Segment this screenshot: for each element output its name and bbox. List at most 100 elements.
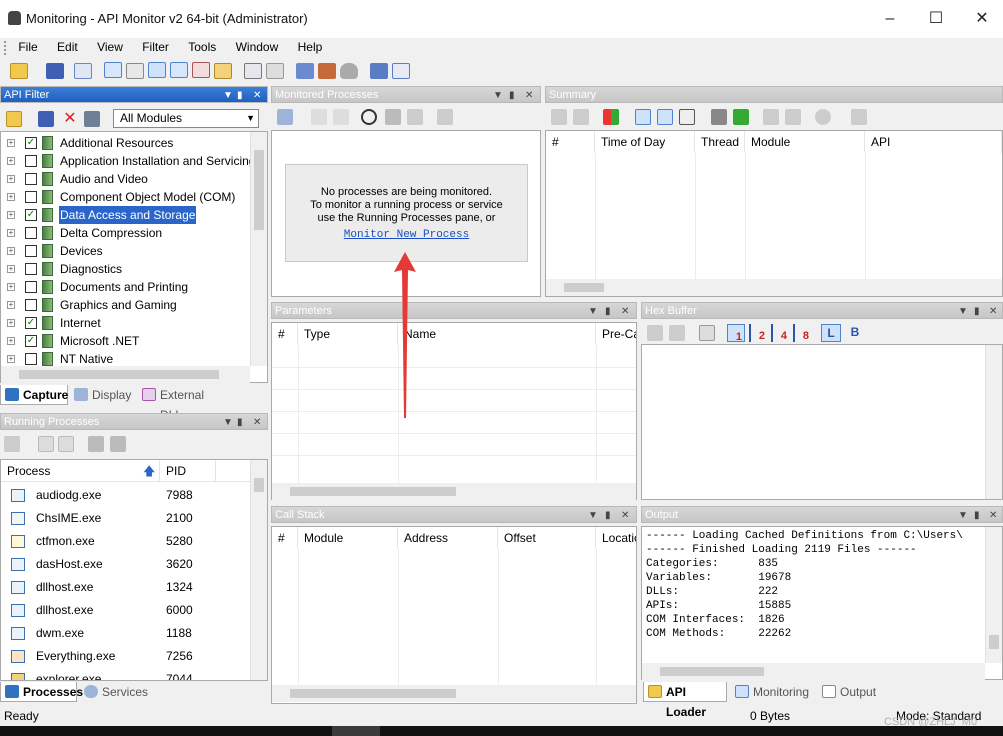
- api-icon[interactable]: [763, 109, 779, 125]
- expand-icon[interactable]: +: [7, 157, 15, 165]
- col-time-of-day[interactable]: Time of Day: [595, 131, 695, 153]
- tree-item[interactable]: + ✓ Additional Resources: [1, 134, 251, 152]
- pin-icon[interactable]: ▮: [605, 507, 611, 524]
- tree-item[interactable]: + Graphics and Gaming: [1, 296, 251, 314]
- grid-icon[interactable]: [711, 109, 727, 125]
- pin-icon[interactable]: ▮: [509, 87, 515, 104]
- hand-icon[interactable]: [815, 109, 831, 125]
- export-icon[interactable]: [407, 109, 423, 125]
- refresh-icon[interactable]: [4, 436, 20, 452]
- close-icon[interactable]: ✕: [621, 507, 629, 524]
- close-icon[interactable]: ✕: [253, 87, 261, 104]
- col-number[interactable]: #: [272, 323, 298, 345]
- col-offset[interactable]: Offset: [498, 527, 596, 549]
- open-icon[interactable]: [6, 111, 22, 127]
- process-row[interactable]: ctfmon.exe 5280: [1, 530, 251, 553]
- col-module[interactable]: Module: [298, 527, 398, 549]
- expand-icon[interactable]: +: [7, 265, 15, 273]
- little-endian-icon[interactable]: L: [821, 324, 841, 342]
- tree-vscroll[interactable]: [250, 132, 267, 366]
- minimize-button[interactable]: –: [870, 6, 910, 32]
- checkbox[interactable]: [25, 191, 37, 203]
- stack-icon[interactable]: [214, 63, 232, 79]
- hex-8-byte[interactable]: 8: [793, 324, 811, 342]
- open-folder-icon[interactable]: [10, 63, 28, 79]
- checkbox[interactable]: [25, 245, 37, 257]
- menu-edit[interactable]: Edit: [49, 38, 86, 54]
- parameters-hscroll[interactable]: [272, 483, 636, 500]
- col-number[interactable]: #: [272, 527, 298, 549]
- process-row[interactable]: ChsIME.exe 2100: [1, 507, 251, 530]
- expand-icon[interactable]: +: [7, 175, 15, 183]
- window2-icon[interactable]: [58, 436, 74, 452]
- columns-icon[interactable]: [679, 109, 695, 125]
- dropdown-icon[interactable]: ▼: [958, 507, 968, 524]
- tab-display[interactable]: Display: [70, 385, 136, 405]
- braces-icon[interactable]: [104, 62, 122, 78]
- menu-filter[interactable]: Filter: [134, 38, 177, 54]
- save-icon[interactable]: [38, 111, 54, 127]
- expand-icon[interactable]: +: [7, 301, 15, 309]
- process-icon[interactable]: [266, 63, 284, 79]
- save-icon[interactable]: [647, 325, 663, 341]
- book-icon[interactable]: [370, 63, 388, 79]
- list-icon[interactable]: [785, 109, 801, 125]
- col-pre-call[interactable]: Pre-Ca: [596, 323, 636, 345]
- checkbox[interactable]: [25, 299, 37, 311]
- dropdown-icon[interactable]: ▼: [223, 87, 233, 104]
- process-row[interactable]: Everything.exe 7256: [1, 645, 251, 668]
- printer-icon[interactable]: [126, 63, 144, 79]
- checkbox[interactable]: ✓: [25, 137, 37, 149]
- col-address[interactable]: Address: [398, 527, 498, 549]
- tree-item[interactable]: + Devices: [1, 242, 251, 260]
- tab-external-dll[interactable]: External DLL: [138, 385, 228, 422]
- copy-icon[interactable]: [669, 325, 685, 341]
- tab-monitoring[interactable]: Monitoring: [731, 682, 815, 702]
- tree-item[interactable]: + ✓ Microsoft .NET: [1, 332, 251, 350]
- tree-hscroll[interactable]: [1, 366, 250, 383]
- col-api[interactable]: API: [865, 131, 1002, 153]
- checkbox[interactable]: [25, 173, 37, 185]
- checkbox[interactable]: [25, 227, 37, 239]
- checkbox[interactable]: [25, 263, 37, 275]
- close-icon[interactable]: ✕: [989, 303, 997, 320]
- close-icon[interactable]: ✕: [621, 303, 629, 320]
- summary-hscroll[interactable]: [546, 279, 1002, 296]
- pin-icon[interactable]: ▮: [605, 303, 611, 320]
- save-icon[interactable]: [46, 63, 64, 79]
- tree-item[interactable]: + Application Installation and Servicing: [1, 152, 255, 170]
- checkbox[interactable]: ✓: [25, 317, 37, 329]
- menu-view[interactable]: View: [89, 38, 131, 54]
- crosshair-icon[interactable]: [361, 109, 377, 125]
- tree-item[interactable]: + Documents and Printing: [1, 278, 251, 296]
- expand-icon[interactable]: +: [7, 229, 15, 237]
- screen-icon[interactable]: [296, 63, 314, 79]
- dropdown-icon[interactable]: ▼: [223, 414, 233, 431]
- hex-vscroll[interactable]: [985, 345, 1002, 499]
- arrow-icon[interactable]: [551, 109, 567, 125]
- col-number[interactable]: #: [546, 131, 595, 153]
- tree-view-icon[interactable]: [635, 109, 651, 125]
- hex-2-byte[interactable]: 2: [749, 324, 767, 342]
- help-icon[interactable]: [392, 63, 410, 79]
- expand-icon[interactable]: +: [7, 247, 15, 255]
- col-name[interactable]: Name: [398, 323, 596, 345]
- tools-icon[interactable]: [318, 63, 336, 79]
- monitor-new-process-link[interactable]: Monitor New Process: [286, 229, 527, 242]
- pin-icon[interactable]: ▮: [974, 303, 980, 320]
- dropdown-icon[interactable]: ▼: [588, 507, 598, 524]
- dropdown-icon[interactable]: ▼: [588, 303, 598, 320]
- maximize-button[interactable]: ☐: [916, 6, 956, 32]
- output-hscroll[interactable]: [642, 663, 985, 680]
- checkbox[interactable]: ✓: [25, 209, 37, 221]
- trash-icon[interactable]: [437, 109, 453, 125]
- col-process[interactable]: Process 🡅: [1, 460, 160, 482]
- window-layout-icon[interactable]: [148, 62, 166, 78]
- tab-services[interactable]: Services: [80, 682, 160, 702]
- close-icon[interactable]: ✕: [525, 87, 533, 104]
- tree-icon[interactable]: [88, 436, 104, 452]
- trash-icon[interactable]: [851, 109, 867, 125]
- col-pid[interactable]: PID: [160, 460, 216, 482]
- tree-item[interactable]: + Component Object Model (COM): [1, 188, 251, 206]
- expand-icon[interactable]: +: [7, 283, 15, 291]
